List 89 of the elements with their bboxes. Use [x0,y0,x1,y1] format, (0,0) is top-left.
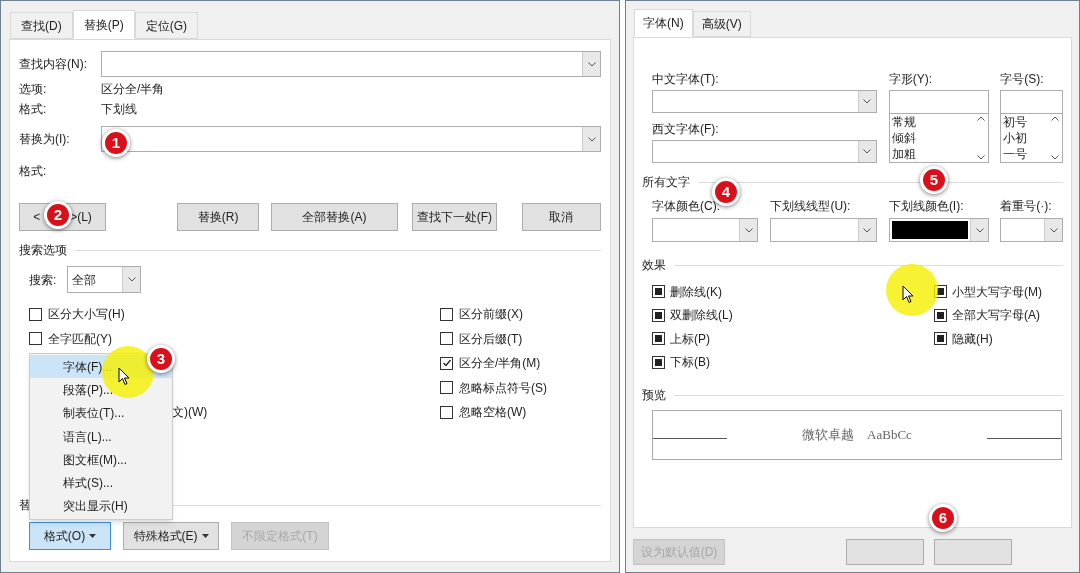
option-label: 区分后缀(T) [459,330,523,348]
checkbox[interactable] [652,308,665,322]
checkbox[interactable] [652,285,665,299]
field-label: 格式: [19,163,47,180]
checkbox[interactable] [652,332,665,346]
option-label: 区分全/半角(M) [459,355,541,373]
field-label: 着重号(·): [1000,198,1053,215]
list-item[interactable]: 一号 [1003,146,1047,162]
checkbox[interactable] [440,381,453,395]
option-label: 忽略空格(W) [459,404,527,422]
mouse-cursor-icon [118,367,130,386]
tab[interactable]: 高级(V) [692,11,751,37]
scroll-down-icon[interactable] [976,155,985,160]
field-label: 替换为(I): [19,131,71,148]
section-title: 替 [19,497,31,514]
dialog-button[interactable]: 全部替换(A) [271,203,398,231]
menu-item[interactable]: 语言(L)... [30,424,172,449]
option-label: 全部大写字母(A) [952,307,1040,325]
format-button[interactable]: 格式(O) [29,522,111,550]
checkbox[interactable] [440,332,453,346]
option-label: 删除线(K) [670,283,722,301]
dialog-button[interactable]: 查找下一处(F) [411,203,497,231]
preview-text: 微软卓越 AaBbCc [801,426,913,445]
checkbox[interactable] [652,355,665,369]
field-label: 查找内容(N): [19,56,88,73]
option-label: 全字匹配(Y) [48,330,112,348]
menu-item[interactable]: 图文框(M)... [30,448,172,472]
option-label: 双删除线(L) [670,307,733,325]
checkbox[interactable] [934,332,947,346]
field-value: 区分全/半角 [101,81,165,98]
tab[interactable]: 定位(G) [134,12,198,39]
menu-item[interactable]: 样式(S)... [30,471,172,495]
field-label: 中文字体(T): [652,71,720,88]
underline-color-dropdown[interactable] [888,218,990,242]
caret-icon [201,534,209,538]
dialog-button[interactable]: 替换(R) [177,203,260,231]
field-label: 搜索: [29,271,58,289]
list-item[interactable]: 常规 [891,114,974,130]
format-button[interactable]: 特殊格式(E) [123,522,219,550]
tab[interactable]: 查找(D) [10,12,73,39]
field-label: 字形(Y): [888,71,934,88]
menu-item[interactable]: 制表位(T)... [30,401,172,425]
field-value: 下划线 [101,101,137,118]
scroll-up-icon[interactable] [976,116,985,121]
field-label: 下划线线型(U): [770,198,852,215]
menu-item[interactable]: 段落(P)... [30,378,172,402]
font-style-list[interactable]: 常规 倾斜 加粗 [888,114,990,163]
font-color-dropdown[interactable] [652,218,759,242]
font-size-list[interactable]: 初号 小初 一号 [1000,114,1063,163]
font-style-input[interactable] [888,90,990,114]
tab[interactable]: 字体(N) [634,9,693,37]
option-label: 区分前缀(X) [459,306,523,324]
font-size-input[interactable] [1000,90,1063,114]
checkbox[interactable] [29,307,42,321]
scroll-up-icon[interactable] [1050,116,1059,121]
section-title: 效果 [642,257,666,274]
menu-item[interactable]: 突出显示(H) [30,494,172,519]
dialog-button[interactable]: 取消 [521,203,601,231]
field-label: 字号(S): [1000,71,1045,88]
field-label: 下划线颜色(I): [888,198,965,215]
list-item[interactable]: 小初 [1003,130,1047,146]
scroll-down-icon[interactable] [1050,155,1059,160]
section-title: 预览 [642,387,666,404]
tab[interactable]: 替换(P) [72,10,135,39]
checkbox[interactable] [29,332,42,346]
option-label: 隐藏(H) [952,330,993,348]
field-label: 选项: [19,81,48,98]
list-item[interactable]: 加粗 [891,146,974,162]
list-item[interactable]: 初号 [1003,114,1047,130]
checkbox[interactable] [440,356,453,370]
option-label: 区分大小写(H) [48,306,125,324]
field-label: 西文字体(F): [652,121,720,138]
replace-with-field[interactable] [101,126,601,152]
list-item[interactable]: 倾斜 [891,130,974,146]
option-label: 下标(B) [670,354,710,372]
section-title: 搜索选项 [19,242,67,259]
checkbox[interactable] [440,405,453,419]
section-title: 所有文字 [642,174,690,191]
checkbox[interactable] [440,307,453,321]
caret-icon [89,534,97,538]
option-label: 忽略标点符号(S) [459,379,547,397]
mouse-cursor-icon [902,285,914,304]
option-label: 文)(W) [172,404,208,422]
search-direction-dropdown[interactable]: 全部 [67,266,141,293]
checkbox[interactable] [934,308,947,322]
option-label: 小型大写字母(M) [952,283,1042,301]
option-label: 上标(P) [670,330,710,348]
find-what-field[interactable] [101,51,601,77]
field-label: 格式: [19,101,48,118]
